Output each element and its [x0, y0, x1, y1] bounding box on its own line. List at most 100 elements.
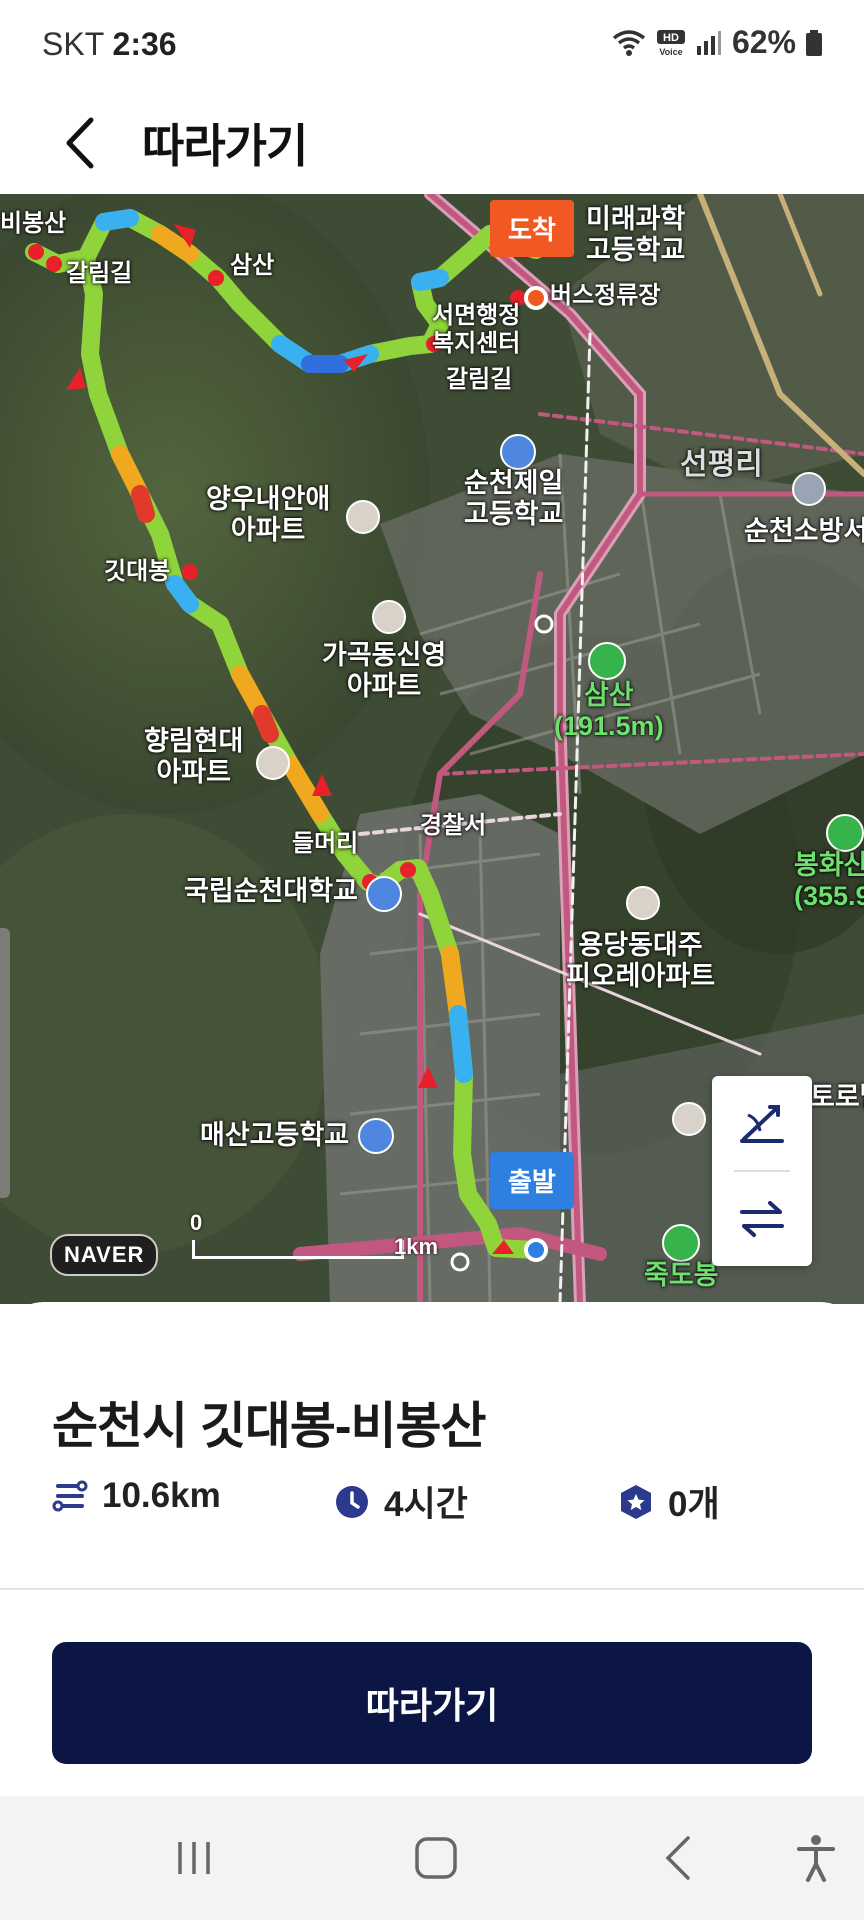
system-back-button[interactable]: [638, 1826, 718, 1890]
map-label-mirae-line1: 미래과학: [586, 204, 686, 234]
home-icon: [415, 1837, 457, 1879]
route-map[interactable]: 비봉산 갈림길 삼산 도착 미래과학 고등학교 버스정류장 서면행정 복지센터 …: [0, 194, 864, 1304]
map-label-hyangrim-line1: 향림현대: [144, 726, 244, 756]
badge-star-icon: [621, 1484, 651, 1519]
map-label-yangwoo-line2: 아파트: [230, 515, 306, 546]
map-scale-bar: [192, 1240, 404, 1259]
map-label-samsan-mt-name: 삼산: [583, 680, 634, 710]
status-right: HD Voice 62%: [612, 24, 822, 61]
elevation-angle-icon: [740, 1105, 784, 1143]
apartment-pin-icon[interactable]: [672, 1102, 706, 1136]
map-label-sunchon-fire: 순천소방서: [744, 516, 864, 546]
system-nav-bar: [0, 1796, 864, 1920]
map-label-sunchon-jeil-line1: 순천제일: [464, 468, 564, 498]
map-label-yongdang: 용당동대주 피오레아파트: [566, 930, 715, 992]
map-label-seomyeon: 서면행정 복지센터: [432, 302, 520, 357]
scale-zero: 0: [190, 1210, 203, 1235]
accessibility-icon: [797, 1835, 835, 1882]
battery-percent: 62%: [731, 24, 796, 60]
wifi-icon: [612, 29, 646, 56]
map-label-toroba: 토로발: [810, 1082, 864, 1112]
side-drawer-handle[interactable]: [0, 928, 10, 1198]
map-label-mirae: 미래과학 고등학교: [586, 204, 685, 266]
section-divider: [0, 1588, 864, 1590]
back-button[interactable]: [48, 106, 112, 180]
svg-text:Voice: Voice: [659, 47, 682, 57]
scale-km: 1km: [394, 1234, 439, 1259]
arrive-marker[interactable]: 도착: [490, 200, 574, 257]
fire-station-pin-icon[interactable]: [792, 472, 826, 506]
map-label-police: 경찰서: [420, 812, 487, 839]
accessibility-button[interactable]: [776, 1826, 856, 1890]
stamps-value: 0개: [668, 1485, 720, 1524]
route-name: 순천시 깃대봉-비봉산: [52, 1398, 487, 1454]
stat-stamps: 0개: [618, 1476, 720, 1527]
apartment-pin-icon[interactable]: [256, 746, 290, 780]
back-arrow-icon: [665, 1836, 690, 1880]
map-label-gagok: 가곡동신영 아파트: [322, 640, 446, 702]
map-label-seonpyeongri: 선평리: [680, 448, 763, 481]
map-label-seomyeon-line2: 복지센터: [432, 329, 521, 357]
map-label-samsan-peak: 삼산: [230, 252, 275, 279]
mountain-pin-icon[interactable]: [662, 1224, 700, 1262]
svg-text:HD: HD: [663, 32, 679, 44]
home-button[interactable]: [396, 1826, 476, 1890]
app-bar: 따라가기: [0, 92, 864, 194]
elevation-toggle-button[interactable]: [712, 1076, 812, 1170]
page-title: 따라가기: [142, 120, 308, 172]
apartment-pin-icon[interactable]: [626, 886, 660, 920]
university-pin-icon[interactable]: [366, 876, 402, 912]
map-label-bonghwa: 봉화산 (355.9: [794, 850, 864, 912]
mountain-pin-icon[interactable]: [826, 814, 864, 852]
map-label-mirae-line2: 고등학교: [586, 235, 686, 266]
map-label-bonghwa-height: (355.9: [794, 881, 864, 912]
duration-value: 4시간: [384, 1485, 468, 1524]
battery-icon: [806, 29, 822, 56]
swap-arrows-icon: [740, 1201, 784, 1237]
apartment-pin-icon[interactable]: [346, 500, 380, 534]
map-label-gitdaebong: 깃대봉: [104, 558, 171, 585]
map-label-hyangrim: 향림현대 아파트: [144, 726, 243, 788]
school-pin-icon[interactable]: [500, 434, 536, 470]
clock: 2:36: [112, 26, 177, 62]
status-bar: SKT 2:36 HD Voice 62%: [0, 0, 864, 92]
map-label-gagok-line2: 아파트: [346, 671, 422, 702]
map-label-seomyeon-line1: 서면행정: [432, 302, 521, 329]
map-label-gagok-line1: 가곡동신영: [322, 640, 447, 670]
follow-route-button[interactable]: 따라가기: [52, 1642, 812, 1764]
map-label-galrimgil-mid: 갈림길: [446, 366, 513, 393]
map-label-yongdang-line2: 피오레아파트: [566, 961, 716, 992]
map-label-university: 국립순천대학교: [184, 876, 358, 906]
stat-duration: 4시간: [334, 1476, 468, 1527]
map-label-yongdang-line1: 용당동대주: [578, 930, 703, 960]
map-label-galrimgil-top: 갈림길: [66, 260, 133, 287]
map-label-bibongsan: 비봉산: [0, 210, 67, 237]
naver-logo: NAVER: [50, 1234, 159, 1276]
recent-apps-icon: [178, 1842, 210, 1874]
recent-apps-button[interactable]: [154, 1826, 234, 1890]
map-label-bonghwa-name: 봉화산: [794, 850, 864, 880]
hd-voice-icon: HD Voice: [656, 29, 685, 57]
school-pin-icon[interactable]: [358, 1118, 394, 1154]
map-label-deulmeori: 들머리: [292, 830, 359, 857]
reverse-route-button[interactable]: [712, 1172, 812, 1266]
map-label-yangwoo-line1: 양우내안애: [206, 484, 331, 514]
map-label-sunchon-jeil-line2: 고등학교: [464, 499, 564, 530]
map-label-hyangrim-line2: 아파트: [156, 757, 231, 788]
map-label-samsan-mt: 삼산 (191.5m): [554, 680, 664, 742]
route-info-sheet: 순천시 깃대봉-비봉산 10.6km 4시간 0개 따라가기: [0, 1302, 864, 1796]
map-label-sunchon-jeil: 순천제일 고등학교: [464, 468, 563, 530]
carrier-label: SKT: [42, 26, 104, 62]
depart-marker[interactable]: 출발: [490, 1152, 574, 1209]
stat-distance: 10.6km: [52, 1476, 221, 1516]
map-label-jukdobong: 죽도봉: [644, 1260, 719, 1290]
clock-icon: [336, 1485, 368, 1518]
map-tools-panel: [712, 1076, 812, 1266]
signal-icon: [696, 30, 721, 55]
distance-value: 10.6km: [102, 1476, 221, 1515]
apartment-pin-icon[interactable]: [372, 600, 406, 634]
map-label-yangwoo: 양우내안애 아파트: [206, 484, 330, 546]
mountain-pin-icon[interactable]: [588, 642, 626, 680]
map-label-maesan: 매산고등학교: [200, 1120, 350, 1150]
status-left: SKT 2:36: [42, 26, 177, 63]
